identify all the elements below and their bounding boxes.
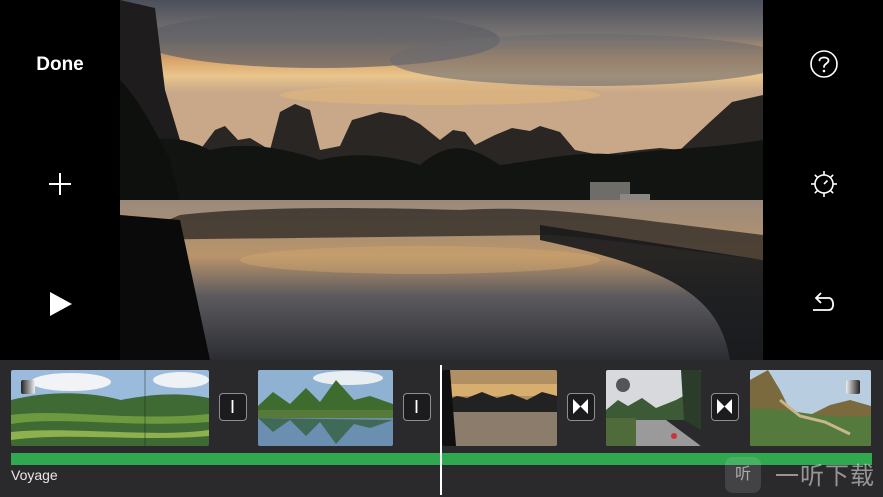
clip-2-karst-reflection[interactable] [258, 370, 393, 446]
cut-transition-icon [231, 400, 234, 413]
audio-track-label: Voyage [11, 467, 58, 483]
done-button[interactable]: Done [20, 50, 100, 80]
theme-end-badge-icon [846, 380, 860, 394]
watermark-text: 一听下载 [775, 463, 875, 490]
clip-3-sunset-river[interactable] [442, 370, 557, 446]
transition-cross-dissolve-2[interactable] [711, 393, 739, 421]
undo-arrow-icon [813, 292, 835, 311]
theme-start-badge-icon [21, 380, 35, 394]
transition-cut-1[interactable] [219, 393, 247, 421]
theme-badge-icon [616, 378, 630, 392]
help-button[interactable] [804, 44, 844, 84]
plus-icon [49, 173, 71, 195]
gear-icon [811, 171, 837, 197]
add-media-button[interactable] [40, 164, 80, 204]
cross-dissolve-transition-icon [573, 399, 588, 414]
sunset-river-frame [120, 0, 763, 360]
cross-dissolve-transition-icon [717, 399, 732, 414]
video-preview[interactable] [120, 0, 763, 360]
watermark-logo-icon: 听 [725, 457, 761, 493]
settings-button[interactable] [804, 164, 844, 204]
clip-4-mountain-road[interactable] [606, 370, 701, 446]
cut-transition-icon [415, 400, 418, 413]
transition-cut-2[interactable] [403, 393, 431, 421]
question-circle-icon [810, 50, 838, 78]
clip-5-great-wall[interactable] [750, 370, 871, 446]
playhead[interactable] [440, 365, 442, 495]
clip-1-rice-terraces[interactable] [11, 370, 209, 446]
play-button[interactable] [40, 284, 80, 324]
play-icon [50, 292, 72, 316]
transition-cross-dissolve-1[interactable] [567, 393, 595, 421]
undo-button[interactable] [804, 284, 844, 324]
